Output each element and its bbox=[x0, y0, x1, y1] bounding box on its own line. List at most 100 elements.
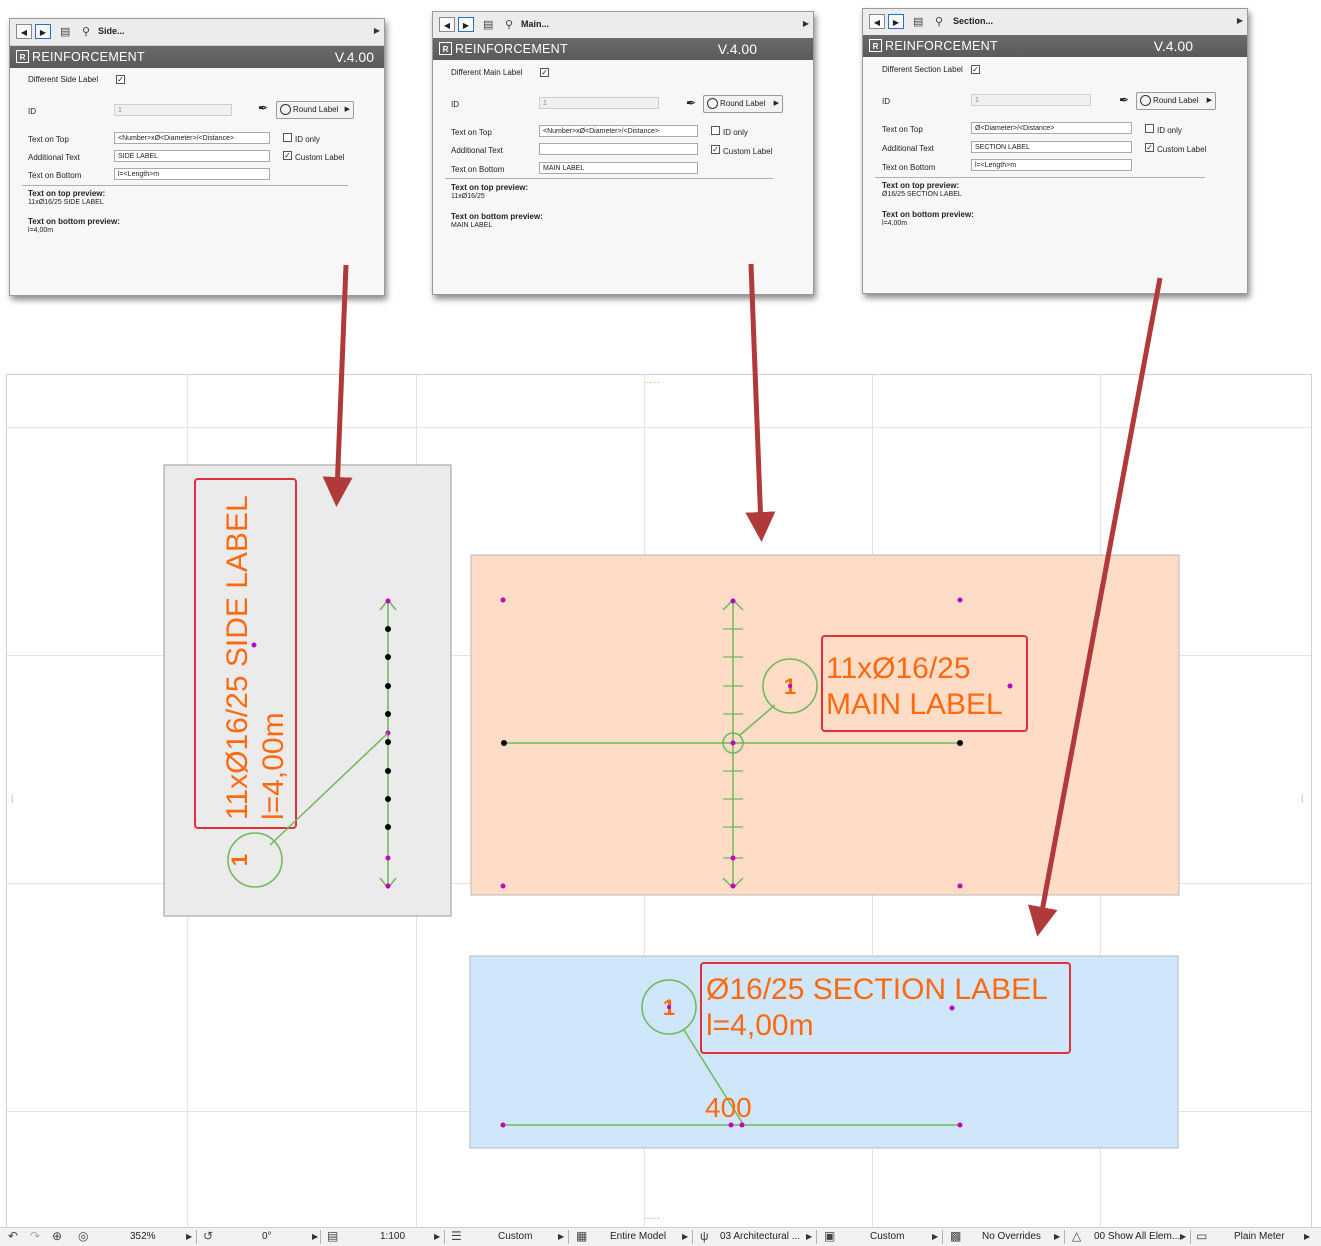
rotation-angle[interactable]: 0° bbox=[262, 1231, 272, 1242]
text-on-bottom-field[interactable]: l=<Length>m bbox=[114, 168, 270, 180]
id-only-checkbox[interactable] bbox=[711, 126, 720, 135]
separator bbox=[942, 1230, 943, 1244]
edge-marker: ---- bbox=[645, 377, 661, 387]
different-label-checkbox[interactable]: ✓ bbox=[971, 65, 980, 74]
bottom-preview-value: l=4,00m bbox=[882, 220, 908, 227]
id-label: ID bbox=[28, 107, 36, 116]
graphic-overrides[interactable]: No Overrides bbox=[982, 1231, 1041, 1242]
layer-dropdown-icon[interactable]: ▶ bbox=[558, 1232, 564, 1241]
circle-icon bbox=[707, 98, 718, 109]
text-on-bottom-label: Text on Bottom bbox=[28, 171, 82, 180]
custom-label-checkbox[interactable]: ✓ bbox=[711, 145, 720, 154]
pen-set-dropdown-icon[interactable]: ▶ bbox=[932, 1232, 938, 1241]
bottom-preview-label: Text on bottom preview: bbox=[882, 210, 974, 219]
additional-text-field[interactable]: SIDE LABEL bbox=[114, 150, 270, 162]
panel-toolbar: ◀ ▶ ▤ ⚲ Side... ▶ bbox=[10, 19, 384, 46]
renovation-icon[interactable]: △ bbox=[1072, 1229, 1081, 1243]
layer-combination[interactable]: Custom bbox=[498, 1231, 532, 1242]
separator bbox=[816, 1230, 817, 1244]
forward-button[interactable]: ▶ bbox=[888, 14, 904, 29]
back-button[interactable]: ◀ bbox=[16, 24, 32, 39]
separator bbox=[196, 1230, 197, 1244]
panel-expand-icon[interactable]: ▶ bbox=[374, 26, 380, 35]
model-view-filter[interactable]: Entire Model bbox=[610, 1231, 666, 1242]
grid-line bbox=[7, 883, 1311, 884]
different-label-text: Different Side Label bbox=[28, 75, 99, 84]
back-button[interactable]: ◀ bbox=[439, 17, 455, 32]
fit-in-window-icon[interactable]: ◎ bbox=[78, 1229, 88, 1243]
custom-label-label: Custom Label bbox=[723, 147, 773, 156]
text-on-bottom-label: Text on Bottom bbox=[451, 165, 505, 174]
favorites-icon[interactable]: ▤ bbox=[60, 25, 70, 39]
structure-dropdown-icon[interactable]: ▶ bbox=[806, 1232, 812, 1241]
text-on-top-field[interactable]: Ø<Diameter>/<Distance> bbox=[971, 122, 1132, 134]
additional-text-field[interactable]: SECTION LABEL bbox=[971, 141, 1132, 153]
round-label-button[interactable]: Round Label ▶ bbox=[276, 101, 354, 119]
custom-label-checkbox[interactable]: ✓ bbox=[283, 151, 292, 160]
top-preview-value: 11xØ16/25 bbox=[451, 193, 485, 200]
ruler-icon[interactable]: ▤ bbox=[327, 1229, 338, 1243]
pen-icon[interactable]: ✒ bbox=[1119, 93, 1129, 107]
header-title: REINFORCEMENT bbox=[885, 39, 998, 53]
top-preview-label: Text on top preview: bbox=[451, 183, 529, 192]
custom-label-checkbox[interactable]: ✓ bbox=[1145, 143, 1154, 152]
text-on-top-field[interactable]: <Number>xØ<Diameter>/<Distance> bbox=[539, 125, 698, 137]
zoom-in-icon[interactable]: ⊕ bbox=[52, 1229, 62, 1243]
round-label-button[interactable]: Round Label ▶ bbox=[703, 95, 783, 113]
id-field[interactable]: 1 bbox=[971, 94, 1091, 106]
graphic-override-icon[interactable]: ▩ bbox=[950, 1229, 961, 1243]
panel-expand-icon[interactable]: ▶ bbox=[1237, 16, 1243, 25]
zoom-level[interactable]: 352% bbox=[130, 1231, 156, 1242]
pen-icon[interactable]: ✒ bbox=[258, 101, 268, 115]
model-dropdown-icon[interactable]: ▶ bbox=[682, 1232, 688, 1241]
different-label-checkbox[interactable]: ✓ bbox=[540, 68, 549, 77]
forward-button[interactable]: ▶ bbox=[458, 17, 474, 32]
pen-icon[interactable]: ✒ bbox=[686, 96, 696, 110]
header-title: REINFORCEMENT bbox=[32, 50, 145, 64]
structure-display[interactable]: 03 Architectural ... bbox=[720, 1231, 800, 1242]
layers-icon[interactable]: ☰ bbox=[451, 1229, 462, 1243]
back-button[interactable]: ◀ bbox=[869, 14, 885, 29]
structure-icon[interactable]: ψ bbox=[700, 1229, 709, 1243]
drawing-canvas[interactable]: ---- ---- | | bbox=[6, 374, 1312, 1228]
rotation-icon[interactable]: ↺ bbox=[203, 1229, 213, 1243]
magnifier-icon[interactable]: ⚲ bbox=[505, 18, 513, 32]
zoom-dropdown-icon[interactable]: ▶ bbox=[186, 1232, 192, 1241]
text-on-bottom-field[interactable]: l=<Length>m bbox=[971, 159, 1132, 171]
panel-expand-icon[interactable]: ▶ bbox=[803, 19, 809, 28]
magnifier-icon[interactable]: ⚲ bbox=[82, 25, 90, 39]
id-field[interactable]: 1 bbox=[539, 97, 659, 109]
version-label: V.4.00 bbox=[1153, 38, 1193, 54]
round-label-button[interactable]: Round Label ▶ bbox=[1136, 92, 1216, 110]
overrides-dropdown-icon[interactable]: ▶ bbox=[1054, 1232, 1060, 1241]
dimension-standard[interactable]: Plain Meter bbox=[1234, 1231, 1285, 1242]
forward-button[interactable]: ▶ bbox=[35, 24, 51, 39]
magnifier-icon[interactable]: ⚲ bbox=[935, 15, 943, 29]
round-label-text: Round Label bbox=[293, 105, 339, 114]
drawing-scale[interactable]: 1:100 bbox=[380, 1231, 405, 1242]
id-only-checkbox[interactable] bbox=[1145, 124, 1154, 133]
renovation-dropdown-icon[interactable]: ▶ bbox=[1180, 1232, 1186, 1241]
model-view-icon[interactable]: ▦ bbox=[576, 1229, 587, 1243]
redo-icon[interactable]: ↷ bbox=[30, 1229, 40, 1243]
different-label-checkbox[interactable]: ✓ bbox=[116, 75, 125, 84]
pen-set-icon[interactable]: ▣ bbox=[824, 1229, 835, 1243]
scale-dropdown-icon[interactable]: ▶ bbox=[434, 1232, 440, 1241]
additional-text-field[interactable] bbox=[539, 143, 698, 155]
pen-set[interactable]: Custom bbox=[870, 1231, 904, 1242]
grid-line bbox=[7, 655, 1311, 656]
text-on-bottom-field[interactable]: MAIN LABEL bbox=[539, 162, 698, 174]
dimension-icon[interactable]: ▭ bbox=[1196, 1229, 1207, 1243]
favorites-icon[interactable]: ▤ bbox=[483, 18, 493, 32]
settings-panel-side: ◀ ▶ ▤ ⚲ Side... ▶ R REINFORCEMENT V.4.00… bbox=[9, 18, 385, 296]
dimension-dropdown-icon[interactable]: ▶ bbox=[1304, 1232, 1310, 1241]
bottom-preview-value: MAIN LABEL bbox=[451, 222, 493, 229]
undo-icon[interactable]: ↶ bbox=[8, 1229, 18, 1243]
id-only-label: ID only bbox=[1157, 126, 1182, 135]
renovation-filter[interactable]: 00 Show All Elem... bbox=[1094, 1231, 1180, 1242]
id-only-checkbox[interactable] bbox=[283, 133, 292, 142]
id-field[interactable]: 1 bbox=[114, 104, 232, 116]
rotation-dropdown-icon[interactable]: ▶ bbox=[312, 1232, 318, 1241]
favorites-icon[interactable]: ▤ bbox=[913, 15, 923, 29]
text-on-top-field[interactable]: <Number>xØ<Diameter>/<Distance> bbox=[114, 132, 270, 144]
